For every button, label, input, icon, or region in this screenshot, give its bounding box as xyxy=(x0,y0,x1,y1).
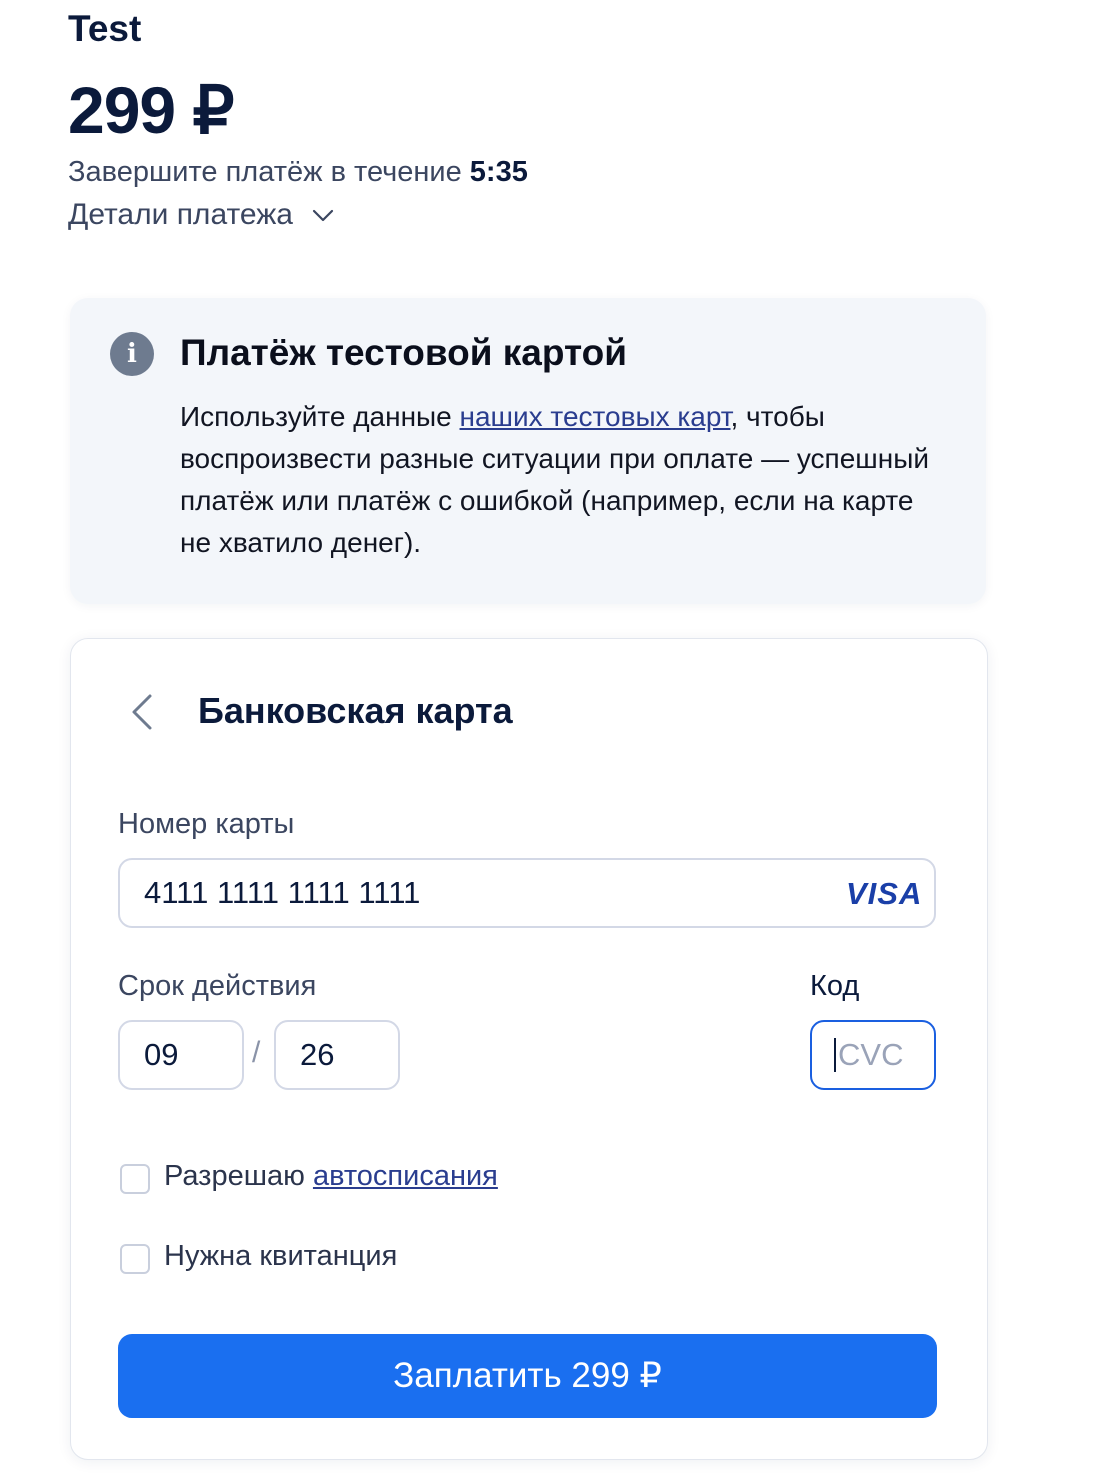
expiry-year-value: 26 xyxy=(300,1037,335,1072)
payment-timer: Завершите платёж в течение 5:35 xyxy=(68,156,528,189)
payment-details-toggle[interactable]: Детали платежа xyxy=(68,198,335,232)
code-label: Код xyxy=(810,970,860,1002)
receipt-checkbox[interactable] xyxy=(120,1244,150,1274)
expiry-year-input[interactable]: 26 xyxy=(274,1020,400,1090)
text-caret xyxy=(834,1038,836,1072)
details-label: Детали платежа xyxy=(68,198,293,231)
notice-text-before: Используйте данные xyxy=(180,401,460,432)
chevron-down-icon xyxy=(312,209,334,222)
card-number-value: 4111 1111 1111 1111 xyxy=(144,875,421,910)
receipt-label: Нужна квитанция xyxy=(164,1240,398,1272)
cvc-input[interactable]: CVC xyxy=(810,1020,936,1090)
expiry-month-value: 09 xyxy=(144,1037,179,1072)
card-number-input[interactable]: 4111 1111 1111 1111 xyxy=(118,858,936,928)
back-arrow-icon[interactable] xyxy=(124,690,158,734)
notice-text: Используйте данные наших тестовых карт, … xyxy=(180,396,950,564)
merchant-name: Test xyxy=(68,8,142,49)
autopay-checkbox[interactable] xyxy=(120,1164,150,1194)
expiry-label: Срок действия xyxy=(118,970,317,1002)
autopay-label: Разрешаю автосписания xyxy=(164,1160,498,1193)
expiry-separator: / xyxy=(252,1036,261,1069)
autopay-text: Разрешаю xyxy=(164,1160,313,1192)
visa-logo: VISA xyxy=(846,876,923,911)
notice-title: Платёж тестовой картой xyxy=(180,332,627,373)
payment-method-title: Банковская карта xyxy=(198,690,513,731)
cvc-placeholder: CVC xyxy=(838,1037,904,1072)
timer-value: 5:35 xyxy=(469,156,528,188)
pay-button[interactable]: Заплатить 299 ₽ xyxy=(118,1334,937,1418)
expiry-month-input[interactable]: 09 xyxy=(118,1020,244,1090)
info-icon: i xyxy=(110,332,154,376)
timer-prefix: Завершите платёж в течение xyxy=(68,156,470,188)
autopay-link[interactable]: автосписания xyxy=(313,1160,498,1192)
payment-amount: 299 ₽ xyxy=(68,73,234,147)
card-number-label: Номер карты xyxy=(118,808,295,840)
test-cards-link[interactable]: наших тестовых карт xyxy=(460,401,731,432)
